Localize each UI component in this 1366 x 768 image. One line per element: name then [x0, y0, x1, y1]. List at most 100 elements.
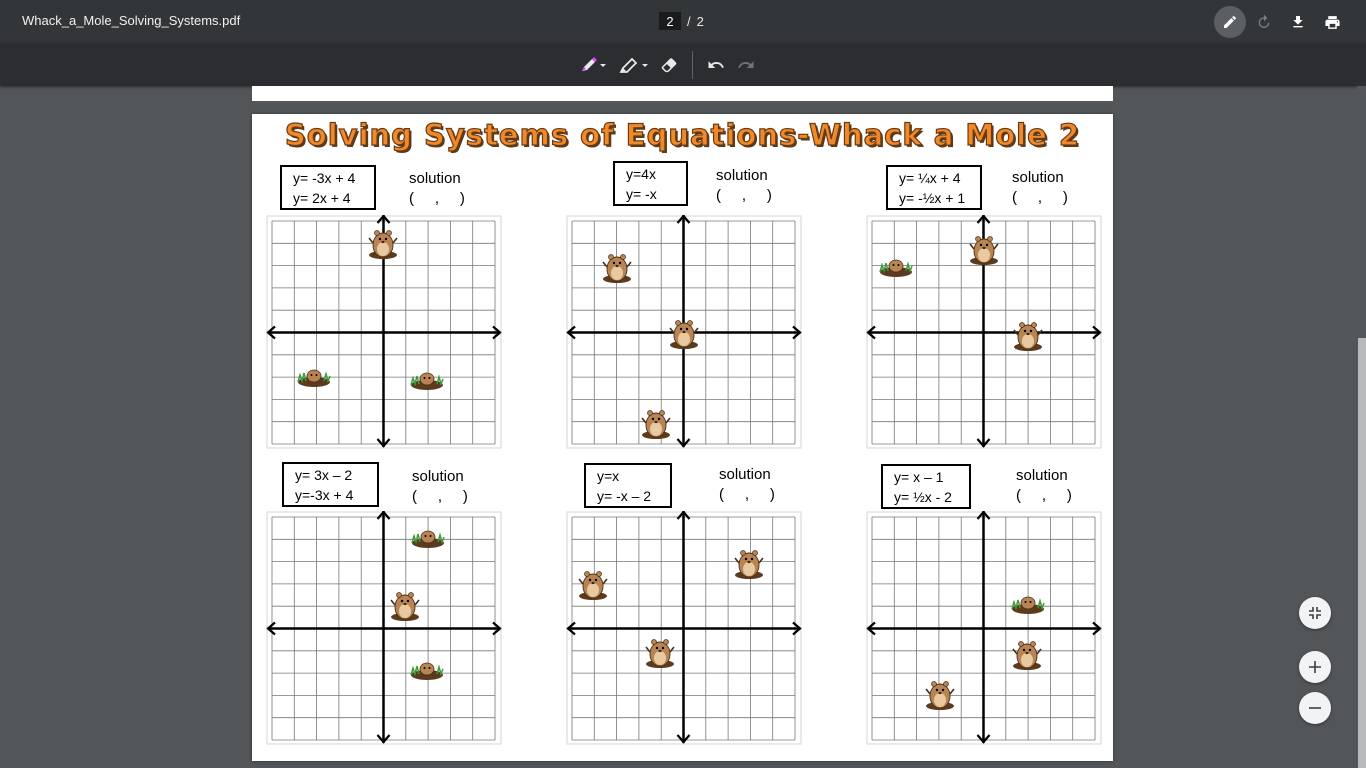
toolbar-divider: [692, 50, 693, 79]
equation-2: y= -x – 2: [597, 488, 652, 504]
axes: [266, 511, 502, 744]
top-right-actions: [1214, 6, 1348, 38]
solution-blank: ( , ): [412, 488, 468, 505]
solution-blank: ( , ): [1016, 487, 1072, 504]
solution-blank: ( , ): [719, 486, 775, 503]
equation-2: y= 2x + 4: [293, 190, 351, 206]
mole-hole-icon: [410, 662, 444, 680]
rotate-icon: [1258, 14, 1270, 28]
solution-blank: ( , ): [716, 187, 772, 204]
mole-icon: [1012, 641, 1042, 670]
solution-text: solution: [716, 167, 768, 184]
solution-label: solution ( , ): [719, 465, 775, 505]
page-number-input[interactable]: [659, 12, 681, 30]
equation-box: y= ¼x + 4 y= -½x + 1: [886, 165, 982, 210]
coordinate-grid: [866, 215, 1102, 449]
marker-icon: [582, 56, 606, 71]
solution-label: solution ( , ): [1016, 466, 1072, 506]
solution-text: solution: [719, 466, 771, 483]
pen-tool-button[interactable]: [574, 48, 612, 81]
eraser-tool-button[interactable]: [654, 48, 684, 81]
document-viewer[interactable]: Solving Systems of Equations-Whack a Mol…: [0, 86, 1366, 768]
axes: [866, 511, 1102, 744]
solution-label: solution ( , ): [1012, 168, 1068, 208]
solution-text: solution: [1012, 169, 1064, 186]
fit-to-page-button[interactable]: [1299, 597, 1331, 629]
mole-icon: [969, 236, 999, 265]
pdf-top-bar: Whack_a_Mole_Solving_Systems.pdf / 2: [0, 0, 1366, 43]
annotate-button[interactable]: [1214, 6, 1246, 38]
mole-icon: [1013, 322, 1043, 351]
solution-text: solution: [409, 170, 461, 187]
print-button[interactable]: [1316, 6, 1348, 38]
mole-hole-icon: [297, 369, 331, 387]
equation-1: y=4x: [626, 166, 656, 182]
mole-icon: [734, 550, 764, 579]
annotation-tools: [574, 48, 761, 81]
solution-label: solution ( , ): [409, 169, 465, 209]
download-icon: [1293, 16, 1303, 28]
print-icon: [1324, 15, 1340, 29]
coordinate-grid: [266, 511, 502, 745]
mole-icon: [669, 320, 699, 349]
equation-box: y= 3x – 2 y=-3x + 4: [282, 462, 379, 507]
equation-1: y= ¼x + 4: [899, 170, 961, 186]
solution-label: solution ( , ): [412, 467, 468, 507]
mole-icon: [602, 254, 632, 283]
mole-icon: [925, 681, 955, 710]
previous-page: [252, 86, 1113, 101]
download-button[interactable]: [1282, 6, 1314, 38]
undo-button[interactable]: [701, 48, 731, 81]
mole-hole-icon: [411, 530, 445, 548]
equation-1: y= 3x – 2: [295, 467, 353, 483]
coordinate-grid: [866, 511, 1102, 745]
mole-icon: [641, 410, 671, 439]
mole-icon: [368, 230, 398, 259]
equation-2: y= -x: [626, 186, 657, 202]
mole-hole-icon: [879, 259, 913, 277]
mole-hole-icon: [410, 372, 444, 390]
file-name: Whack_a_Mole_Solving_Systems.pdf: [22, 13, 241, 28]
scrollbar-thumb[interactable]: [1358, 338, 1366, 768]
fit-to-page-icon: [1309, 607, 1321, 619]
equation-box: y= -3x + 4 y= 2x + 4: [280, 165, 376, 210]
mole-icon: [390, 592, 420, 621]
undo-icon: [708, 60, 724, 68]
equation-2: y= -½x + 1: [899, 190, 966, 206]
coordinate-grid: [566, 215, 802, 449]
highlighter-tool-button[interactable]: [612, 48, 654, 81]
equation-2: y=-3x + 4: [295, 487, 354, 503]
annotation-toolbar: [0, 43, 1366, 86]
previous-page-fragment: [252, 86, 1113, 101]
rotate-button[interactable]: [1248, 6, 1280, 38]
coordinate-grid: [266, 215, 502, 449]
equation-box: y= x – 1 y= ½x - 2: [881, 464, 971, 509]
zoom-out-button[interactable]: [1299, 692, 1331, 724]
redo-icon: [738, 60, 754, 68]
solution-blank: ( , ): [409, 190, 465, 207]
page-separator: /: [687, 13, 691, 29]
equation-1: y= x – 1: [894, 469, 944, 485]
pen-icon: [1224, 15, 1236, 28]
equation-1: y=x: [597, 468, 620, 484]
mole-icon: [645, 639, 675, 668]
page-selector: / 2: [659, 12, 704, 30]
plus-icon: [1309, 661, 1321, 673]
eraser-icon: [661, 57, 677, 72]
equation-2: y= ½x - 2: [894, 489, 952, 505]
total-pages: 2: [696, 13, 704, 29]
solution-label: solution ( , ): [716, 166, 772, 206]
worksheet-title: Solving Systems of Equations-Whack a Mol…: [284, 117, 1081, 152]
pdf-page: Solving Systems of Equations-Whack a Mol…: [252, 114, 1113, 761]
solution-text: solution: [412, 468, 464, 485]
coordinate-grid: [566, 511, 802, 745]
axes: [566, 511, 802, 744]
zoom-in-button[interactable]: [1299, 651, 1331, 683]
equation-box: y=x y= -x – 2: [584, 463, 672, 508]
mole-hole-icon: [1011, 596, 1045, 614]
mole-icon: [578, 571, 608, 600]
highlighter-icon: [619, 57, 648, 73]
solution-blank: ( , ): [1012, 189, 1068, 206]
minus-icon: [1309, 707, 1321, 709]
redo-button[interactable]: [731, 48, 761, 81]
